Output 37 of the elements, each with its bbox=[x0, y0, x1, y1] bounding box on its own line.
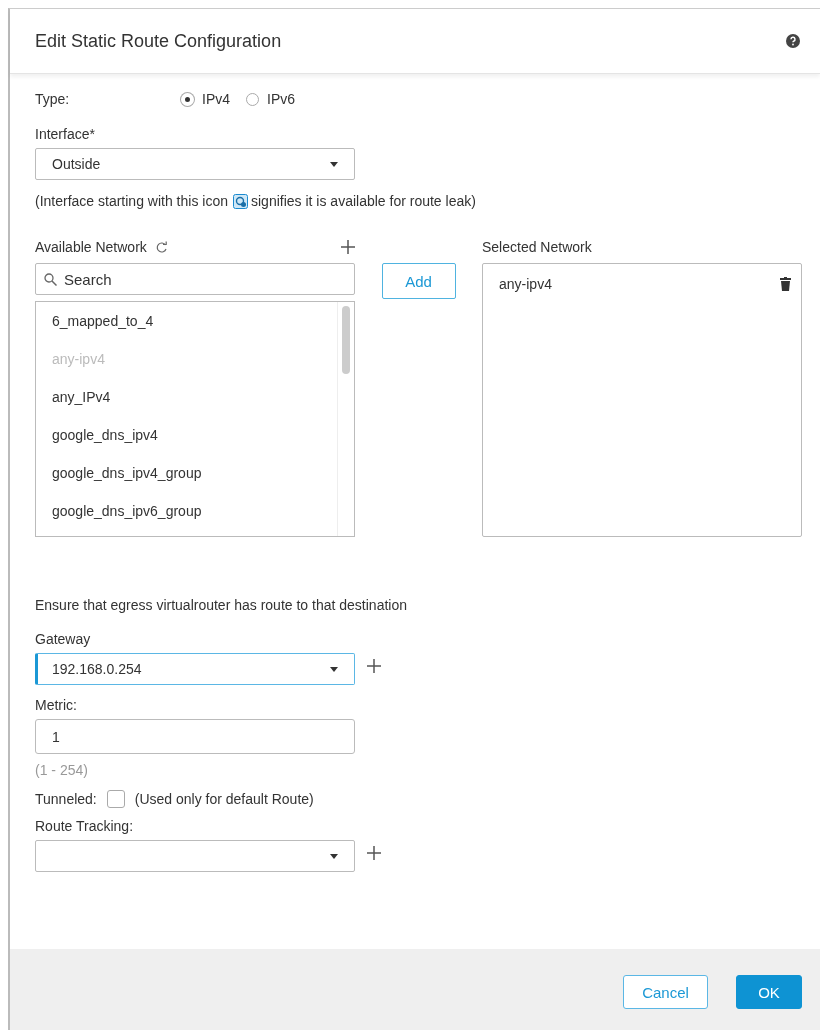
tunneled-hint: (Used only for default Route) bbox=[134, 791, 314, 807]
note-text: signifies it is available for route leak) bbox=[251, 193, 476, 209]
plus-icon[interactable] bbox=[367, 846, 381, 860]
gateway-dropdown[interactable]: 192.168.0.254 bbox=[35, 653, 355, 685]
type-label: Type: bbox=[35, 91, 71, 107]
plus-icon[interactable] bbox=[367, 659, 381, 673]
selected-network-label: Selected Network bbox=[482, 239, 592, 255]
help-icon[interactable] bbox=[786, 34, 800, 48]
network-item[interactable]: google_dns_ipv4 bbox=[36, 422, 337, 460]
search-field[interactable]: Search bbox=[35, 263, 355, 295]
scrollbar-thumb[interactable] bbox=[342, 306, 350, 374]
gateway-label: Gateway bbox=[35, 631, 92, 647]
note-text: (Interface starting with this icon bbox=[35, 193, 228, 209]
interface-label: Interface* bbox=[35, 126, 96, 142]
dialog-title: Edit Static Route Configuration bbox=[35, 30, 283, 52]
network-item[interactable]: 6_mapped_to_4 bbox=[36, 308, 337, 346]
ensure-note: Ensure that egress virtualrouter has route to that destination bbox=[35, 597, 408, 613]
network-item[interactable]: google_dns_ipv6_group bbox=[36, 498, 337, 536]
interface-dropdown[interactable]: Outside bbox=[35, 148, 355, 180]
refresh-icon[interactable] bbox=[154, 240, 168, 254]
network-item[interactable]: any_IPv4 bbox=[36, 384, 337, 422]
metric-field[interactable]: 1 bbox=[35, 719, 355, 754]
route-tracking-dropdown[interactable] bbox=[35, 840, 355, 872]
trash-icon[interactable] bbox=[780, 277, 791, 291]
metric-label: Metric: bbox=[35, 697, 78, 713]
tunneled-label: Tunneled: bbox=[35, 791, 97, 807]
route-tracking-label: Route Tracking: bbox=[35, 818, 135, 834]
selected-network-item: any-ipv4 bbox=[499, 276, 552, 292]
tunneled-checkbox[interactable] bbox=[106, 790, 125, 808]
network-item[interactable]: google_dns_ipv4_group bbox=[36, 460, 337, 498]
radio-label: IPv6 bbox=[267, 91, 296, 107]
plus-icon[interactable] bbox=[341, 240, 355, 254]
route-leak-icon bbox=[233, 193, 248, 209]
available-network-label: Available Network bbox=[35, 239, 147, 255]
search-icon bbox=[44, 273, 57, 286]
metric-range: (1 - 254) bbox=[35, 762, 89, 778]
radio-label: IPv4 bbox=[202, 91, 230, 107]
